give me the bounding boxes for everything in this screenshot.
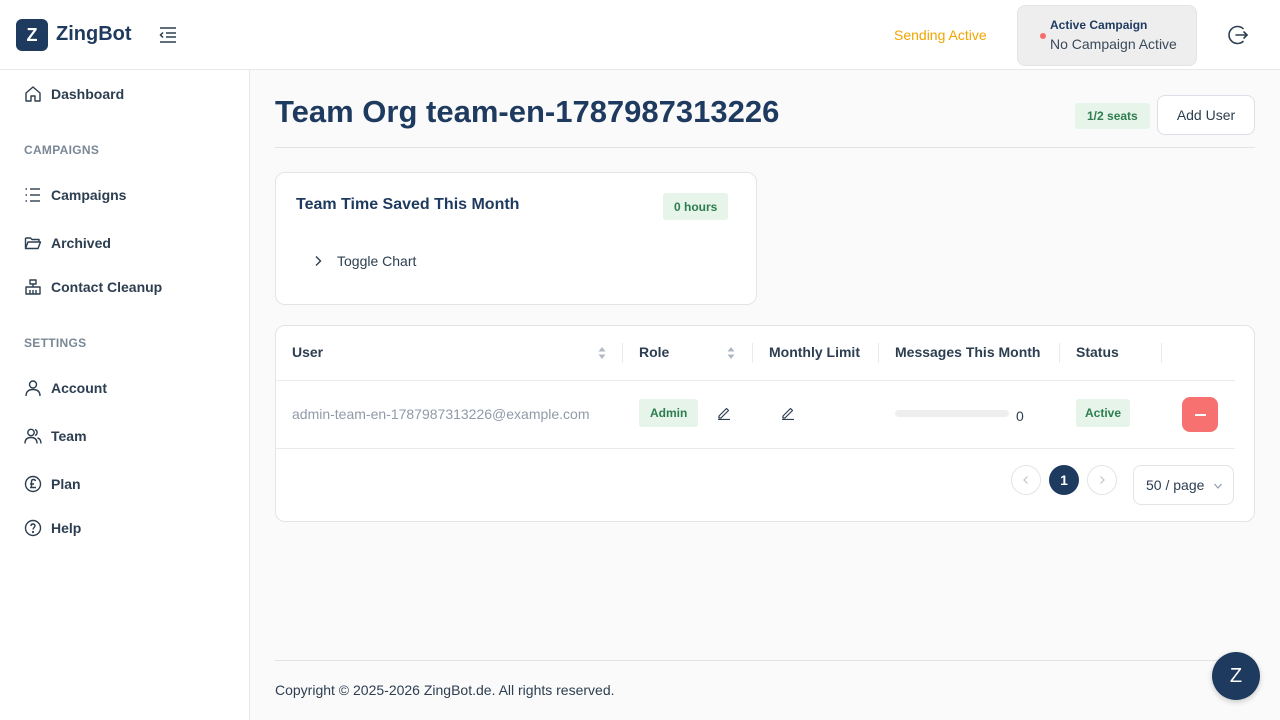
section-label-campaigns: CAMPAIGNS — [24, 143, 100, 157]
section-label-settings: SETTINGS — [24, 336, 87, 350]
sidebar-item-dashboard[interactable]: Dashboard — [24, 85, 124, 103]
active-campaign-panel[interactable]: Active Campaign No Campaign Active — [1017, 5, 1197, 66]
sidebar: Dashboard CAMPAIGNS Campaigns Archived C… — [0, 70, 250, 720]
folder-open-icon — [24, 237, 42, 250]
active-campaign-value: No Campaign Active — [1050, 36, 1177, 52]
app-name: ZingBot — [56, 23, 132, 45]
broom-icon — [25, 279, 41, 295]
collapse-menu-icon[interactable] — [157, 24, 179, 46]
column-header-status: Status — [1076, 344, 1119, 360]
logout-icon[interactable] — [1226, 23, 1250, 47]
status-badge: Active — [1076, 399, 1131, 427]
seats-badge: 1/2 seats — [1075, 103, 1150, 129]
minus-icon — [1194, 413, 1206, 416]
logo-icon: Z — [16, 19, 48, 51]
toggle-chart-label: Toggle Chart — [337, 253, 417, 269]
sidebar-item-contact-cleanup[interactable]: Contact Cleanup — [24, 278, 162, 296]
sidebar-item-label: Archived — [51, 235, 111, 251]
sidebar-item-team[interactable]: Team — [24, 427, 87, 445]
page-title: Team Org team-en-1787987313226 — [275, 94, 780, 129]
column-header-monthly-limit: Monthly Limit — [769, 344, 860, 360]
column-header-role[interactable]: Role — [639, 344, 669, 360]
hours-badge: 0 hours — [663, 193, 729, 220]
remove-user-button[interactable] — [1182, 397, 1218, 432]
role-badge: Admin — [639, 399, 699, 427]
edit-limit-icon[interactable] — [781, 406, 795, 420]
row-divider — [276, 380, 1235, 381]
footer-divider — [275, 660, 1255, 661]
chevron-down-icon — [1214, 483, 1222, 489]
messages-progress-bar — [895, 410, 1009, 417]
sidebar-item-help[interactable]: Help — [24, 519, 81, 537]
column-separator — [1059, 343, 1060, 363]
page-size-select[interactable]: 50 / page — [1133, 465, 1234, 505]
row-divider — [276, 448, 1235, 449]
column-separator — [1161, 343, 1162, 363]
sort-icon[interactable] — [598, 346, 606, 360]
column-separator — [752, 343, 753, 363]
sort-icon[interactable] — [727, 346, 735, 360]
chevron-right-icon — [315, 256, 322, 266]
page-number-button[interactable]: 1 — [1049, 465, 1079, 495]
active-campaign-label: Active Campaign — [1050, 18, 1148, 32]
sidebar-item-archived[interactable]: Archived — [24, 234, 111, 252]
chevron-left-icon — [1023, 476, 1028, 484]
column-header-user[interactable]: User — [292, 344, 323, 360]
chevron-right-icon — [1100, 476, 1105, 484]
user-email: admin-team-en-1787987313226@example.com — [292, 406, 590, 422]
edit-role-icon[interactable] — [717, 406, 731, 420]
column-separator — [622, 343, 623, 363]
sidebar-item-label: Help — [51, 520, 82, 536]
messages-count: 0 — [1016, 408, 1024, 424]
sidebar-item-plan[interactable]: Plan — [24, 475, 81, 493]
add-user-button[interactable]: Add User — [1157, 95, 1255, 135]
list-icon — [25, 188, 40, 202]
sidebar-item-label: Contact Cleanup — [51, 279, 163, 295]
chat-button[interactable]: Z — [1212, 652, 1260, 700]
prev-page-button[interactable] — [1011, 465, 1041, 495]
column-separator — [878, 343, 879, 363]
divider — [275, 147, 1255, 148]
page-size-value: 50 / page — [1146, 477, 1205, 493]
pound-icon — [24, 475, 42, 493]
toggle-chart-button[interactable]: Toggle Chart — [312, 253, 416, 269]
next-page-button[interactable] — [1087, 465, 1117, 495]
users-table: User Role Monthly Limit Messages This Mo… — [275, 325, 1255, 522]
sidebar-item-label: Dashboard — [51, 86, 125, 102]
time-saved-card: Team Time Saved This Month 0 hours Toggl… — [275, 172, 757, 305]
top-header: Z ZingBot Sending Active Active Campaign… — [0, 0, 1280, 70]
status-dot — [1040, 33, 1046, 39]
sending-status: Sending Active — [894, 27, 987, 43]
sidebar-item-account[interactable]: Account — [24, 379, 107, 397]
sidebar-item-label: Team — [51, 428, 87, 444]
column-header-messages: Messages This Month — [895, 344, 1041, 360]
footer-copyright: Copyright © 2025-2026 ZingBot.de. All ri… — [275, 682, 615, 698]
sidebar-item-label: Plan — [51, 476, 81, 492]
home-icon — [25, 86, 41, 102]
card-title: Team Time Saved This Month — [296, 196, 520, 213]
sidebar-item-label: Campaigns — [51, 187, 127, 203]
help-icon — [24, 519, 42, 537]
sidebar-item-label: Account — [51, 380, 107, 396]
team-icon — [24, 428, 42, 444]
sidebar-item-campaigns[interactable]: Campaigns — [24, 186, 126, 204]
user-icon — [25, 380, 41, 397]
